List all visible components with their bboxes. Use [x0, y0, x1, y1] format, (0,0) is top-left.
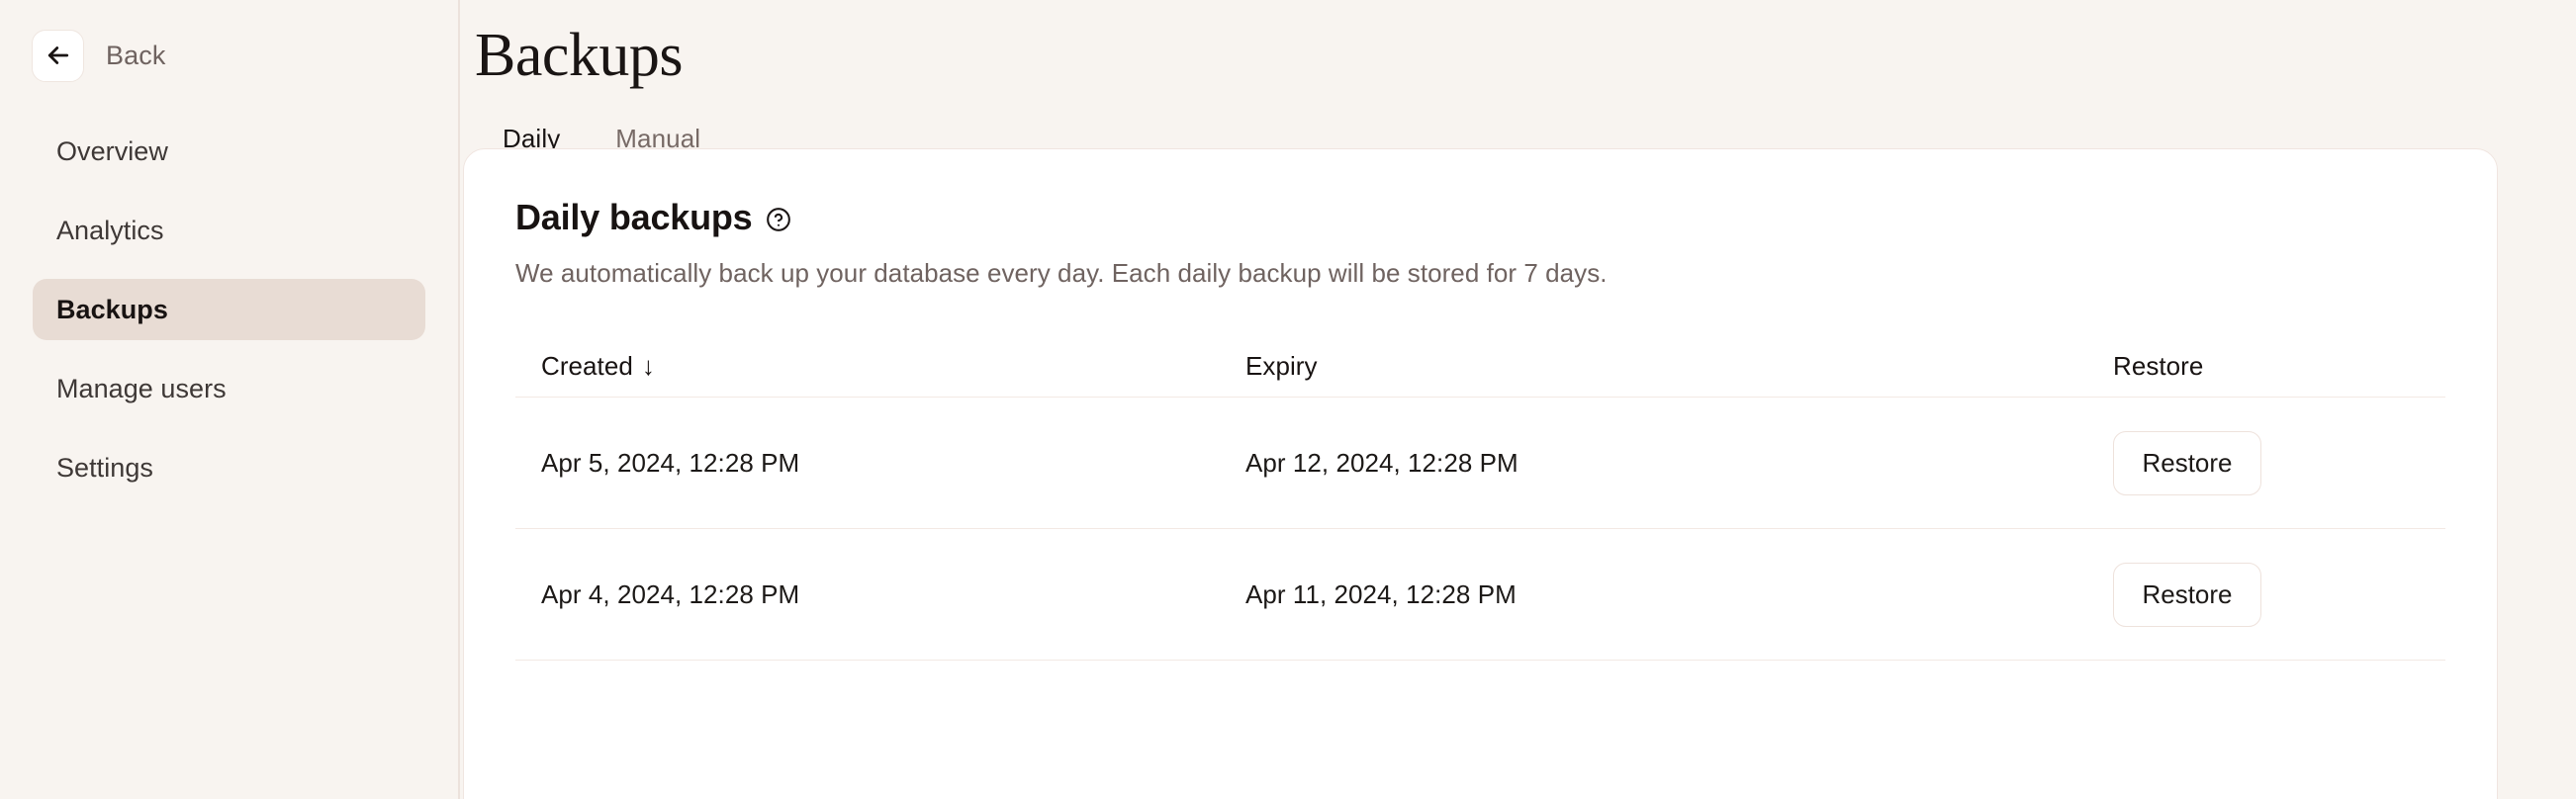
- cell-expiry: Apr 12, 2024, 12:28 PM: [1245, 447, 1518, 478]
- sidebar-item-label: Analytics: [56, 215, 164, 245]
- app-root: Back Overview Analytics Backups Manage u…: [0, 0, 2576, 799]
- cell-expiry: Apr 11, 2024, 12:28 PM: [1245, 578, 1517, 609]
- table-row: Apr 5, 2024, 12:28 PM Apr 12, 2024, 12:2…: [515, 398, 2445, 529]
- cell-restore: Restore: [2113, 430, 2420, 495]
- card-title: Daily backups: [515, 197, 753, 237]
- cell-created: Apr 4, 2024, 12:28 PM: [541, 578, 800, 609]
- backups-table: Created ↓ Expiry Restore Apr 5, 2024, 12…: [515, 336, 2445, 661]
- sidebar-item-label: Manage users: [56, 373, 227, 403]
- table-header-row: Created ↓ Expiry Restore: [515, 336, 2445, 398]
- cell-created: Apr 5, 2024, 12:28 PM: [541, 447, 800, 478]
- daily-backups-card: Daily backups We automatically back up y…: [463, 148, 2498, 799]
- sidebar: Back Overview Analytics Backups Manage u…: [0, 0, 460, 799]
- card-header: Daily backups: [515, 197, 2445, 238]
- main-content: Backups Daily Manual Daily backups We au…: [460, 0, 2576, 799]
- restore-button[interactable]: Restore: [2113, 430, 2261, 495]
- sidebar-item-backups[interactable]: Backups: [33, 279, 425, 340]
- card-description: We automatically back up your database e…: [515, 258, 1608, 288]
- back-button[interactable]: [32, 29, 84, 82]
- column-header-created[interactable]: Created ↓: [541, 351, 1245, 382]
- sidebar-item-analytics[interactable]: Analytics: [33, 200, 425, 261]
- sidebar-item-manage-users[interactable]: Manage users: [33, 358, 425, 419]
- restore-button[interactable]: Restore: [2113, 562, 2261, 627]
- back-label[interactable]: Back: [106, 41, 165, 71]
- sidebar-item-settings[interactable]: Settings: [33, 437, 425, 498]
- column-header-created-label: Created: [541, 351, 633, 381]
- column-header-expiry: Expiry: [1245, 351, 2113, 382]
- cell-restore: Restore: [2113, 562, 2420, 627]
- back-navigation[interactable]: Back: [0, 0, 458, 82]
- column-header-restore-label: Restore: [2113, 351, 2204, 381]
- arrow-left-icon: [44, 41, 73, 70]
- column-header-expiry-label: Expiry: [1245, 351, 1318, 381]
- sidebar-item-label: Settings: [56, 452, 153, 483]
- page-title: Backups: [475, 22, 684, 89]
- card-inner: Daily backups We automatically back up y…: [464, 149, 2497, 661]
- sidebar-item-label: Overview: [56, 135, 168, 166]
- sort-descending-icon[interactable]: ↓: [642, 351, 655, 382]
- sidebar-item-label: Backups: [56, 294, 168, 324]
- sidebar-nav: Overview Analytics Backups Manage users …: [0, 121, 458, 516]
- sidebar-item-overview[interactable]: Overview: [33, 121, 425, 182]
- table-row: Apr 4, 2024, 12:28 PM Apr 11, 2024, 12:2…: [515, 529, 2445, 661]
- column-header-restore: Restore: [2113, 351, 2420, 382]
- question-mark-circle-icon[interactable]: [766, 207, 791, 232]
